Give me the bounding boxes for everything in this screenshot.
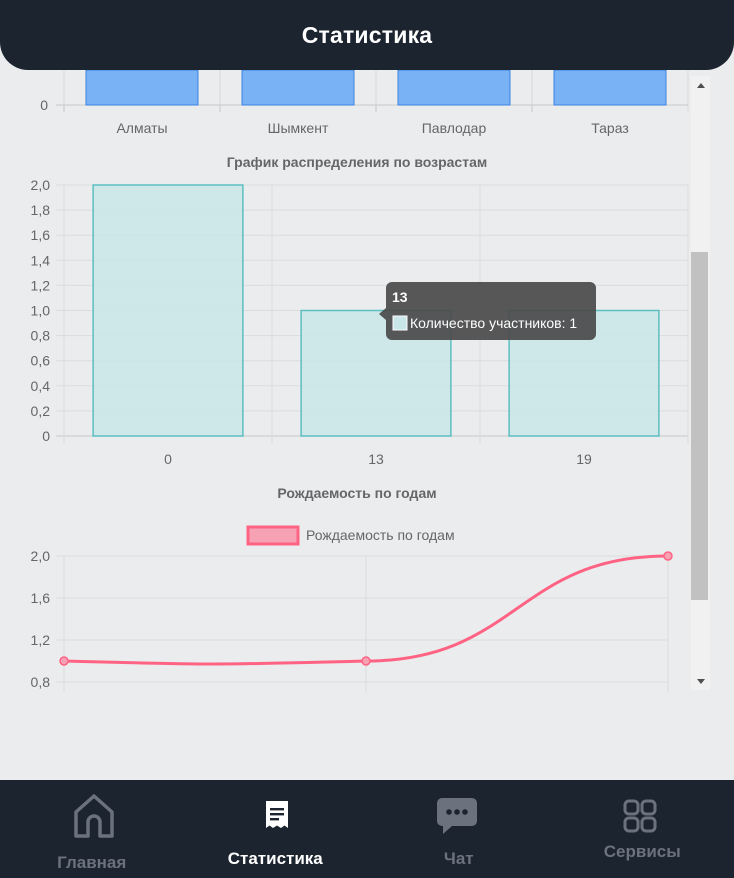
y-tick-label: 1,0 xyxy=(31,303,51,319)
y-tick-label: 1,6 xyxy=(31,227,51,243)
scroll-thumb[interactable] xyxy=(691,252,708,600)
x-tick-label: 19 xyxy=(576,451,592,467)
ages-chart-title: График распределения по возрастам xyxy=(227,154,487,170)
y-tick-label: 1,6 xyxy=(31,590,51,606)
y-tick-label: 1,8 xyxy=(31,202,51,218)
x-tick-label: Павлодар xyxy=(422,120,487,136)
nav-label-statistics: Статистика xyxy=(227,849,323,868)
x-tick-label: Шымкент xyxy=(268,120,329,136)
cities-bar-chart: 0 Алматы Шымкент Павлодар Тараз xyxy=(40,69,689,136)
x-tick-label: 13 xyxy=(368,451,384,467)
x-tick-label: Тараз xyxy=(591,120,629,136)
app-header: Статистика xyxy=(0,0,734,70)
nav-item-home[interactable]: Главная xyxy=(0,780,184,878)
y-tick-label: 0,8 xyxy=(31,328,51,344)
scroll-up-arrow[interactable] xyxy=(691,76,710,94)
y-tick-label: 0,8 xyxy=(31,674,51,690)
home-icon xyxy=(74,794,114,838)
y-tick-label: 0 xyxy=(42,428,50,444)
y-tick-label: 1,2 xyxy=(31,632,51,648)
x-tick-label: 0 xyxy=(164,451,172,467)
births-line-chart: Рождаемость по годам Рождаемость по года… xyxy=(31,485,673,692)
tooltip-swatch xyxy=(392,315,408,331)
nav-item-services[interactable]: Сервисы xyxy=(551,780,734,878)
chat-icon xyxy=(437,798,477,834)
tooltip-body: Количество участников: 1 xyxy=(410,315,577,331)
data-point[interactable] xyxy=(663,551,673,561)
births-chart-title: Рождаемость по годам xyxy=(277,485,436,501)
scroll-down-arrow[interactable] xyxy=(691,672,710,690)
y-tick-label: 2,0 xyxy=(31,548,51,564)
statistics-content[interactable]: 0 Алматы Шымкент Павлодар Тараз График расп… xyxy=(0,0,734,780)
page-title: Статистика xyxy=(301,21,433,48)
y-tick-label: 0,6 xyxy=(31,353,51,369)
nav-item-statistics[interactable]: Статистика xyxy=(184,780,368,878)
bar[interactable] xyxy=(241,69,355,106)
y-tick-label: 1,2 xyxy=(31,277,51,293)
nav-item-chat[interactable]: Чат xyxy=(367,780,551,878)
bar[interactable] xyxy=(92,184,244,437)
legend-label[interactable]: Рождаемость по годам xyxy=(306,527,455,543)
y-tick-label: 0,2 xyxy=(31,403,51,419)
nav-label-chat: Чат xyxy=(443,849,474,868)
y-tick-label: 2,0 xyxy=(31,177,51,193)
bottom-navigation: Главная Статистика Чат Сервисы xyxy=(0,780,734,878)
chart-tooltip: 13 Количество участников: 1 xyxy=(379,282,596,340)
y-tick-label: 0,4 xyxy=(31,378,51,394)
data-point[interactable] xyxy=(361,656,371,666)
x-tick-label: Алматы xyxy=(116,120,167,136)
legend-swatch[interactable] xyxy=(246,525,300,546)
bar[interactable] xyxy=(85,69,199,106)
ages-bar-chart: График распределения по возрастам 2,0 1,8… xyxy=(31,154,689,467)
tooltip-title: 13 xyxy=(392,289,408,305)
y-tick-label: 0 xyxy=(40,97,48,113)
bar[interactable] xyxy=(553,69,667,106)
bar[interactable] xyxy=(397,69,511,106)
nav-label-services: Сервисы xyxy=(603,842,681,861)
y-tick-label: 1,4 xyxy=(31,252,51,268)
nav-label-home: Главная xyxy=(57,853,127,872)
receipt-icon xyxy=(265,801,288,828)
charts-canvas: 0 Алматы Шымкент Павлодар Тараз График расп… xyxy=(31,69,689,692)
grid-icon xyxy=(623,799,656,833)
data-point[interactable] xyxy=(59,656,69,666)
vertical-scrollbar[interactable] xyxy=(691,76,710,690)
